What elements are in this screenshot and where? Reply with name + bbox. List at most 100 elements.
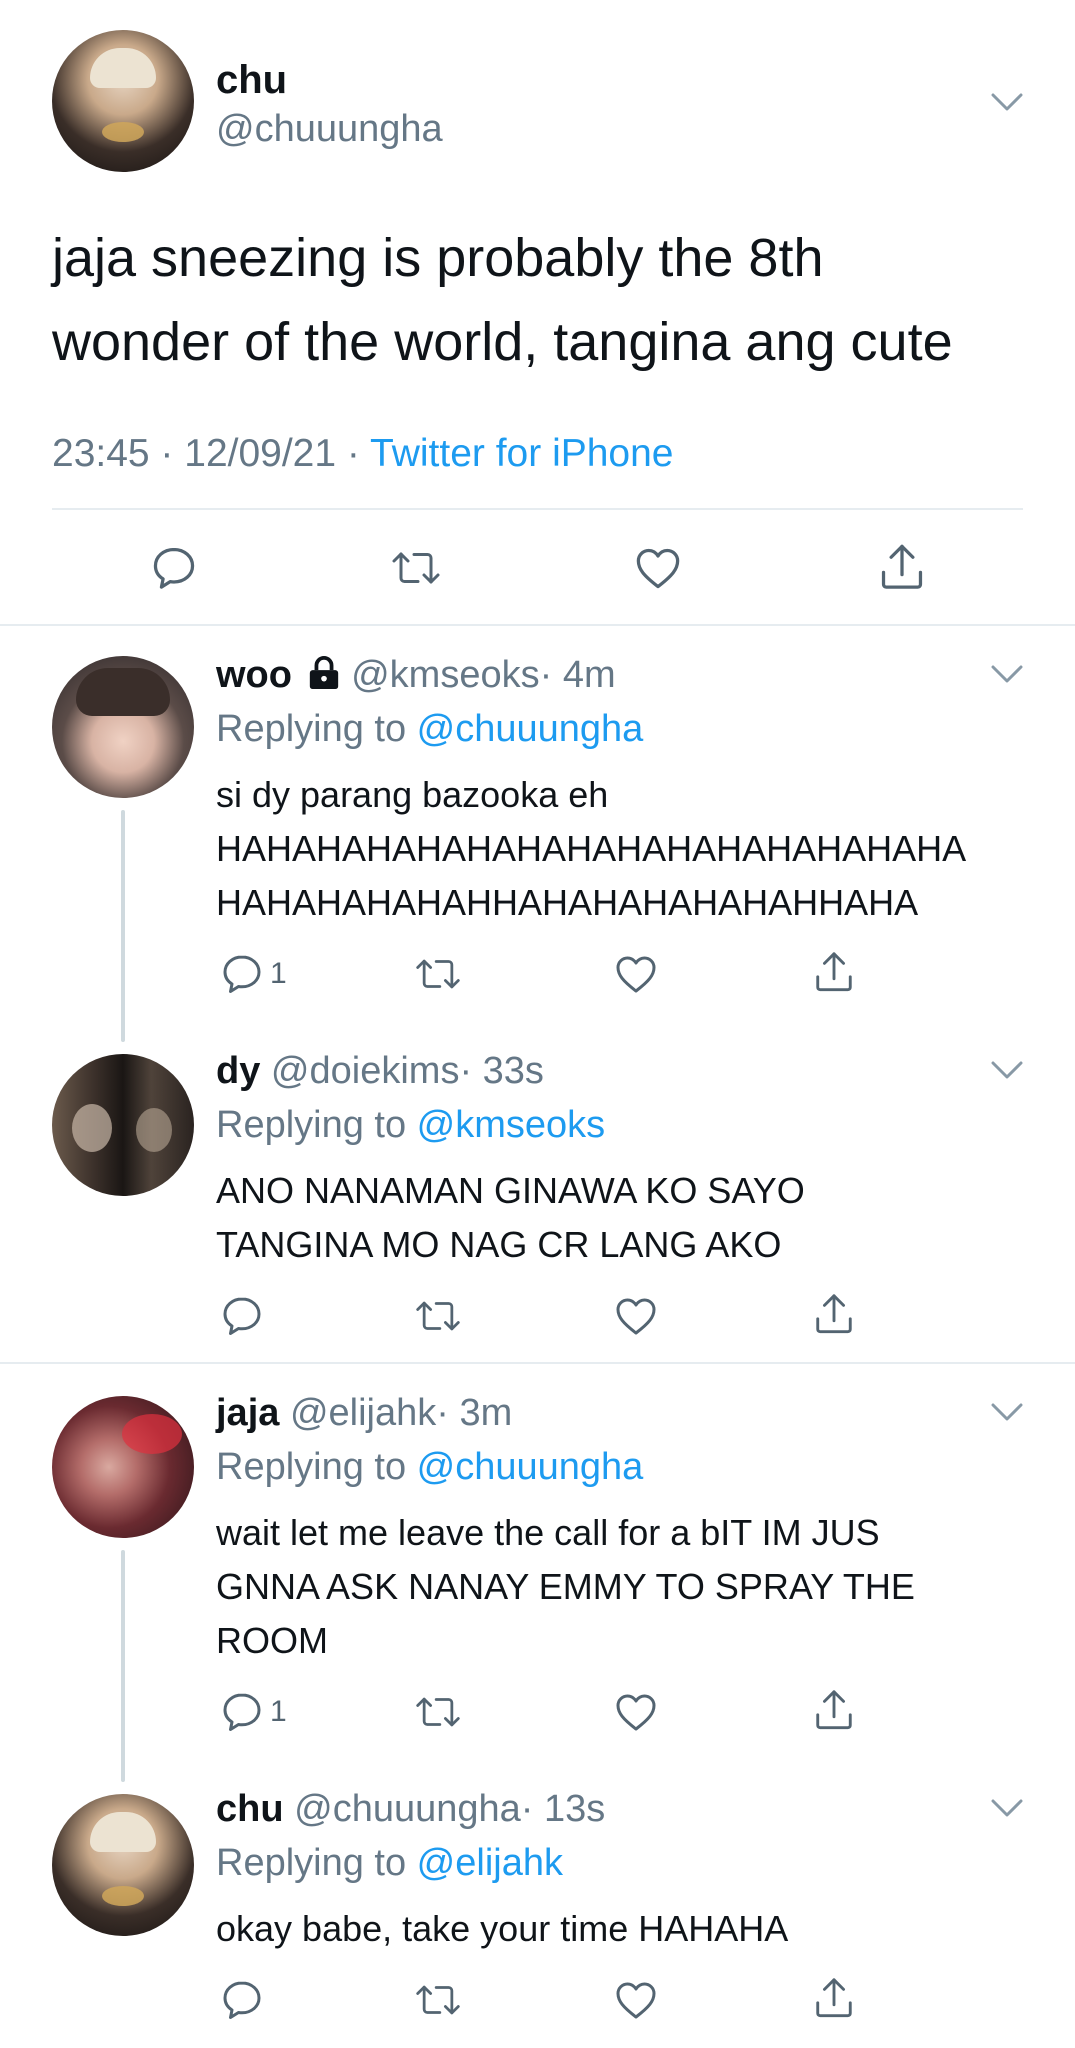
replying-to-label: Replying to [216, 708, 417, 750]
reply-text-line: si dy parang bazooka eh [216, 774, 609, 815]
share-button[interactable] [812, 1292, 856, 1336]
share-button[interactable] [878, 542, 926, 592]
tweet-text: jaja sneezing is probably the 8th wonder… [52, 216, 953, 384]
tweet-text-line: wonder of the world, tangina ang cute [52, 312, 953, 372]
reply-text-line: ANO NANAMAN GINAWA KO SAYO [216, 1170, 805, 1211]
like-icon [616, 956, 656, 993]
display-name[interactable]: dy [216, 1050, 260, 1092]
replying-to: Replying to @elijahk [216, 1840, 563, 1886]
like-button[interactable] [614, 1294, 658, 1338]
avatar[interactable] [52, 1794, 194, 1936]
tweet-timestamp: 23:45 · 12/09/21 · [52, 432, 371, 475]
user-handle[interactable]: @kmseoks [351, 654, 540, 696]
display-name[interactable]: jaja [216, 1392, 279, 1434]
chevron-down-icon[interactable] [990, 92, 1024, 112]
reply-button[interactable] [220, 952, 264, 996]
divider [52, 508, 1023, 510]
reply-header: chu @chuuungha· 13s [216, 1786, 605, 1832]
display-name[interactable]: woo [216, 654, 292, 696]
reply-icon [223, 1297, 261, 1335]
retweet-icon [416, 1985, 460, 2015]
reply-header: woo @kmseoks· 4m [216, 652, 616, 698]
replying-to: Replying to @chuuungha [216, 1444, 643, 1490]
reply-text-line: okay babe, take your time HAHAHA [216, 1908, 789, 1949]
replying-to-link[interactable]: @kmseoks [417, 1104, 606, 1146]
divider [0, 1362, 1075, 1364]
reply-header: dy @doiekims· 33s [216, 1048, 544, 1094]
retweet-button[interactable] [414, 1690, 462, 1734]
like-button[interactable] [614, 1978, 658, 2022]
user-handle[interactable]: @doiekims [271, 1050, 460, 1092]
like-icon [636, 548, 680, 589]
like-icon [616, 1298, 656, 1335]
user-handle[interactable]: @chuuungha [294, 1788, 521, 1830]
like-button[interactable] [614, 952, 658, 996]
chevron-down-icon[interactable] [990, 664, 1024, 684]
like-icon [616, 1982, 656, 2019]
like-button[interactable] [614, 1690, 658, 1734]
avatar[interactable] [52, 1054, 194, 1196]
retweet-icon [416, 1301, 460, 1331]
reply-text-line: TANGINA MO NAG CR LANG AKO [216, 1224, 782, 1265]
reply-button[interactable] [220, 1294, 264, 1338]
replying-to-link[interactable]: @chuuungha [417, 1446, 644, 1488]
share-icon [816, 1690, 852, 1730]
user-handle[interactable]: @elijahk [290, 1392, 436, 1434]
lock-icon [309, 656, 338, 690]
reply-text-line: wait let me leave the call for a bIT IM … [216, 1512, 880, 1553]
chevron-down-icon[interactable] [990, 1798, 1024, 1818]
reply-age: · 3m [436, 1392, 513, 1434]
thread-line [121, 810, 125, 1042]
reply-count: 1 [270, 957, 287, 990]
reply-icon [223, 955, 261, 993]
avatar[interactable] [52, 30, 194, 172]
share-icon [816, 952, 852, 992]
avatar[interactable] [52, 1396, 194, 1538]
retweet-icon [392, 552, 440, 584]
reply-icon [153, 547, 195, 589]
tweet-text-line: jaja sneezing is probably the 8th [52, 228, 824, 288]
reply-button[interactable] [220, 1978, 264, 2022]
share-icon [816, 1978, 852, 2018]
retweet-button[interactable] [414, 1978, 462, 2022]
like-button[interactable] [634, 544, 682, 592]
avatar[interactable] [52, 656, 194, 798]
replying-to: Replying to @chuuungha [216, 706, 643, 752]
replying-to-label: Replying to [216, 1104, 417, 1146]
retweet-button[interactable] [414, 1294, 462, 1338]
chevron-down-icon[interactable] [990, 1402, 1024, 1422]
display-name[interactable]: chu [216, 1788, 284, 1830]
like-icon [616, 1694, 656, 1731]
reply-button[interactable] [220, 1690, 264, 1734]
replying-to-link[interactable]: @elijahk [417, 1842, 563, 1884]
reply-header: jaja @elijahk· 3m [216, 1390, 512, 1436]
reply-age: · 33s [459, 1050, 544, 1092]
reply-button[interactable] [150, 544, 198, 592]
reply-count: 1 [270, 1695, 287, 1728]
retweet-button[interactable] [414, 952, 462, 996]
share-button[interactable] [812, 950, 856, 994]
reply-text-line: HAHAHAHAHAHAHAHAHAHAHAHAHAHAHA [216, 828, 967, 869]
divider [0, 624, 1075, 626]
reply-age: · 13s [520, 1788, 606, 1830]
share-button[interactable] [812, 1688, 856, 1732]
reply-icon [223, 1693, 261, 1731]
tweet-meta: 23:45 · 12/09/21 · Twitter for iPhone [52, 430, 674, 478]
user-handle[interactable]: @chuuungha [216, 106, 443, 152]
share-button[interactable] [812, 1976, 856, 2020]
reply-icon [223, 1981, 261, 2019]
reply-age: · 4m [539, 654, 616, 696]
reply-text-line: HAHAHAHAHAHHAHAHAHAHAHAHHAHA [216, 882, 919, 923]
retweet-icon [416, 1697, 460, 1727]
replying-to-label: Replying to [216, 1446, 417, 1488]
retweet-icon [416, 959, 460, 989]
retweet-button[interactable] [390, 544, 442, 592]
share-icon [816, 1294, 852, 1334]
display-name[interactable]: chu [216, 56, 287, 104]
tweet-source-link[interactable]: Twitter for iPhone [370, 432, 673, 475]
share-icon [881, 544, 923, 589]
replying-to: Replying to @kmseoks [216, 1102, 605, 1148]
reply-text-line: GNNA ASK NANAY EMMY TO SPRAY THE [216, 1566, 915, 1607]
replying-to-link[interactable]: @chuuungha [417, 708, 644, 750]
chevron-down-icon[interactable] [990, 1060, 1024, 1080]
